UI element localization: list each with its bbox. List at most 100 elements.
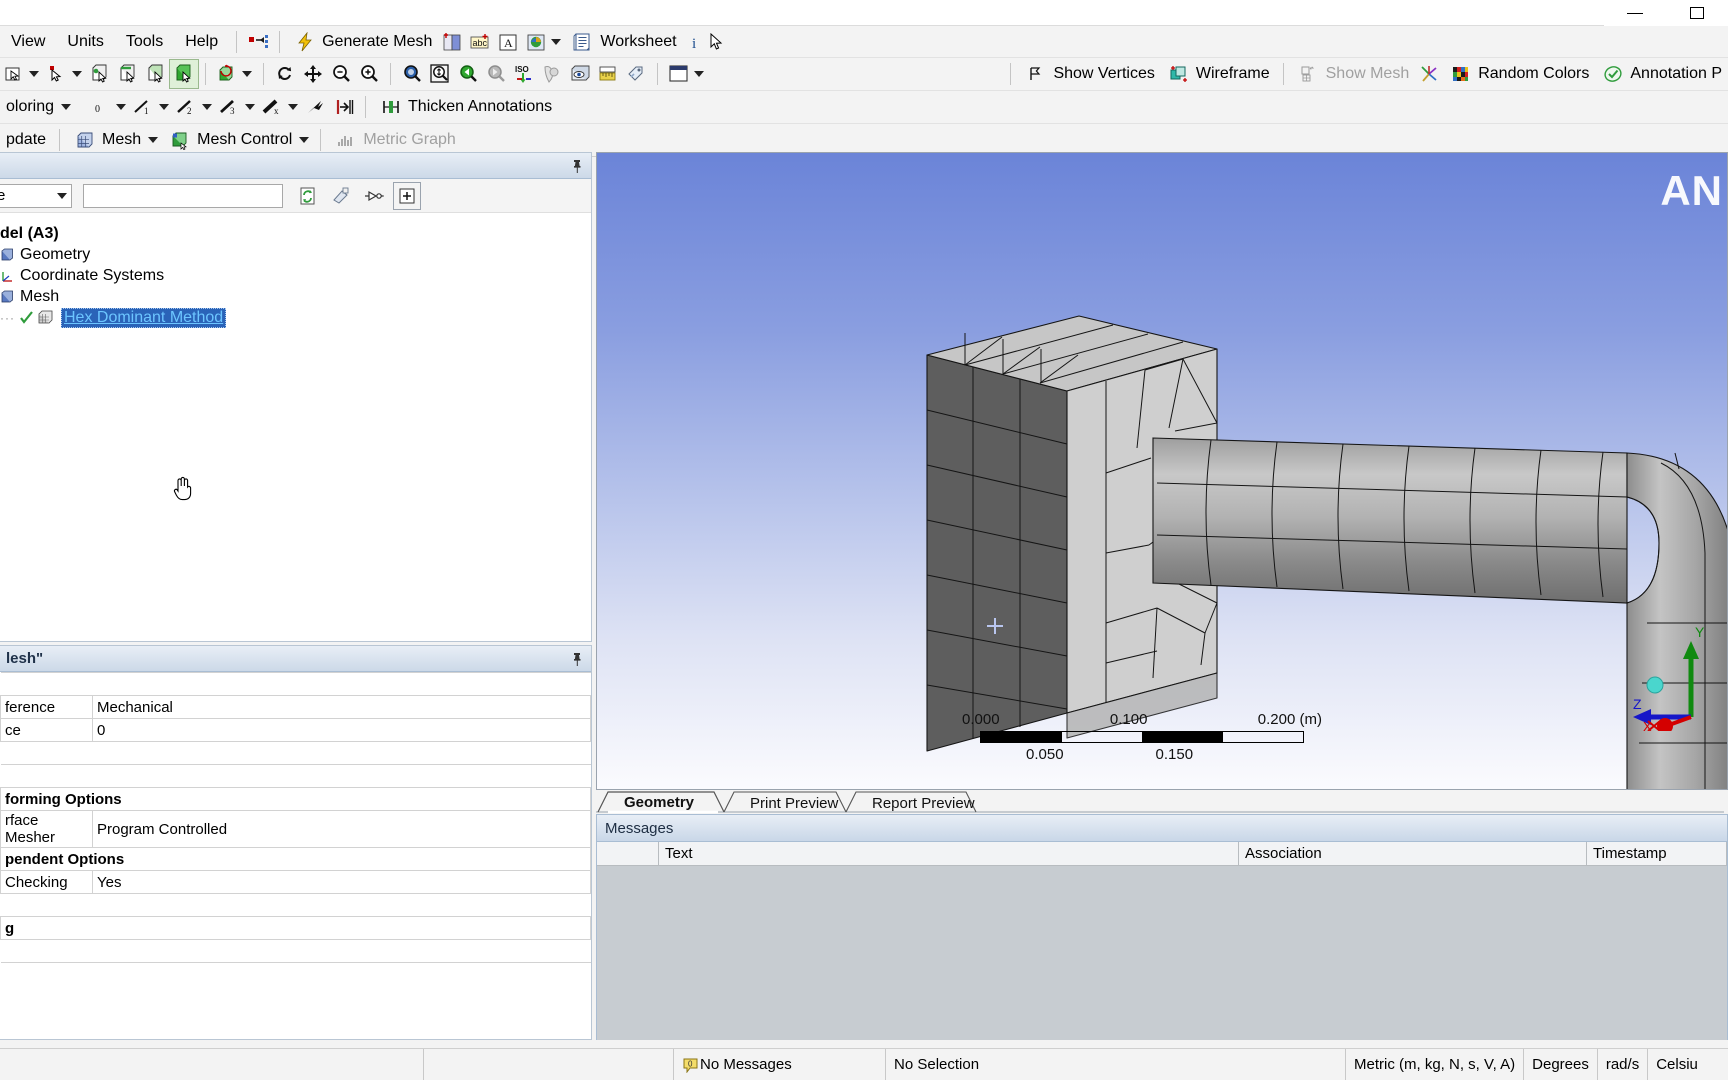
look-at-face-icon[interactable]	[538, 60, 566, 88]
show-vertices-button[interactable]: Show Vertices	[1018, 60, 1160, 88]
status-messages-cell[interactable]: 0 No Messages	[674, 1049, 886, 1080]
thickness-x-icon[interactable]: x	[259, 93, 287, 121]
messages-col-icon[interactable]	[597, 842, 659, 865]
status-angle-cell[interactable]: Degrees	[1524, 1049, 1598, 1080]
filter-search-input[interactable]	[83, 183, 283, 208]
chevron-down-icon[interactable]	[694, 71, 704, 77]
chevron-down-icon[interactable]	[551, 38, 562, 45]
select-mode-icon[interactable]	[0, 60, 28, 88]
details-value[interactable]: Program Controlled	[92, 810, 591, 848]
maximize-button[interactable]	[1666, 0, 1728, 26]
chevron-down-icon[interactable]	[29, 71, 39, 77]
chevron-down-icon[interactable]	[61, 104, 72, 110]
single-select-icon[interactable]	[43, 60, 71, 88]
mesh-numbering-icon[interactable]	[438, 28, 466, 56]
random-colors-button[interactable]: Random Colors	[1443, 60, 1595, 88]
update-button[interactable]: pdate	[0, 126, 52, 154]
tree-item-coordinate-systems[interactable]: Coordinate Systems	[0, 265, 591, 286]
probe-filter-icon[interactable]	[360, 182, 388, 210]
pan-icon[interactable]	[299, 60, 327, 88]
thickness-0-icon[interactable]: 0	[87, 93, 115, 121]
generate-mesh-button[interactable]: Generate Mesh	[287, 28, 438, 56]
tree-item-model[interactable]: del (A3)	[0, 223, 591, 244]
image-capture-icon[interactable]	[522, 28, 550, 56]
expand-all-icon[interactable]	[393, 181, 421, 210]
next-view-icon[interactable]	[482, 60, 510, 88]
pin-icon[interactable]	[569, 158, 585, 174]
previous-view-icon[interactable]	[454, 60, 482, 88]
details-value[interactable]: 0	[92, 718, 591, 742]
messages-col-association[interactable]: Association	[1239, 842, 1587, 865]
details-row[interactable]: Checking Yes	[0, 870, 591, 894]
view-box-icon[interactable]	[566, 60, 594, 88]
chevron-down-icon[interactable]	[57, 192, 67, 199]
details-row[interactable]: ce 0	[0, 718, 591, 742]
menu-help[interactable]: Help	[174, 29, 229, 55]
thickness-3-icon[interactable]: 3	[216, 93, 244, 121]
axis-triad[interactable]: Y Z X	[1619, 621, 1719, 731]
chevron-down-icon[interactable]	[202, 104, 213, 110]
tab-geometry[interactable]: Geometry	[610, 792, 708, 814]
messages-col-text[interactable]: Text	[659, 842, 1239, 865]
thicken-annotations-button[interactable]: Thicken Annotations	[373, 93, 558, 121]
details-row[interactable]: ference Mechanical	[0, 695, 591, 719]
chevron-down-icon[interactable]	[72, 71, 82, 77]
edge-select-icon[interactable]	[114, 60, 142, 88]
chevron-down-icon[interactable]	[245, 104, 256, 110]
tree-item-hex-dominant-method[interactable]: ··· Hex Dominant Method	[0, 307, 591, 328]
extend-selection-icon[interactable]	[213, 60, 241, 88]
zoom-to-fit-icon[interactable]	[398, 60, 426, 88]
clear-filter-icon[interactable]	[327, 182, 355, 210]
mesh-button[interactable]: Mesh	[67, 126, 147, 154]
tree-item-geometry[interactable]: Geometry	[0, 244, 591, 265]
status-unit-system-cell[interactable]: Metric (m, kg, N, s, V, A)	[1346, 1049, 1525, 1080]
graphics-viewport[interactable]: AN 0.000 0.100 0.200 (m) 0.050 0.150 Y Z…	[596, 152, 1728, 790]
body-select-icon[interactable]	[169, 59, 199, 89]
tree-item-mesh[interactable]: Mesh	[0, 286, 591, 307]
zoom-dynamic-icon[interactable]	[327, 60, 355, 88]
status-rotation-cell[interactable]: rad/s	[1598, 1049, 1649, 1080]
wireframe-button[interactable]: Wireframe	[1161, 60, 1276, 88]
tab-print-preview[interactable]: Print Preview	[736, 793, 852, 815]
worksheet-button[interactable]: Worksheet	[565, 28, 682, 56]
new-window-icon[interactable]	[665, 60, 693, 88]
menu-view[interactable]: View	[0, 29, 56, 55]
chevron-down-icon[interactable]	[299, 137, 310, 143]
abc-annotation-icon[interactable]: abc	[466, 28, 494, 56]
chevron-down-icon[interactable]	[116, 104, 127, 110]
menu-units[interactable]: Units	[56, 29, 114, 55]
chevron-down-icon[interactable]	[148, 137, 159, 143]
iso-view-icon[interactable]: ISO	[510, 60, 538, 88]
rotate-icon[interactable]	[271, 60, 299, 88]
ruler-icon[interactable]	[594, 60, 622, 88]
chevron-down-icon[interactable]	[288, 104, 299, 110]
edge-coloring-dropdown[interactable]: oloring	[0, 93, 60, 121]
mesh-control-button[interactable]: Mesh Control	[162, 126, 298, 154]
edge-coloring-icon[interactable]	[1415, 60, 1443, 88]
status-temperature-cell[interactable]: Celsiu	[1648, 1049, 1706, 1080]
details-value[interactable]: Mechanical	[92, 695, 591, 719]
box-zoom-icon[interactable]	[426, 60, 454, 88]
chevron-down-icon[interactable]	[242, 71, 252, 77]
thickness-2-icon[interactable]: 2	[173, 93, 201, 121]
chevron-down-icon[interactable]	[159, 104, 170, 110]
show-mesh-button[interactable]: Show Mesh	[1291, 60, 1416, 88]
vertex-select-icon[interactable]	[86, 60, 114, 88]
tab-report-preview[interactable]: Report Preview	[858, 793, 989, 815]
metric-graph-button[interactable]: Metric Graph	[328, 126, 461, 154]
annotation-preferences-button[interactable]: Annotation P	[1595, 60, 1728, 88]
minimize-button[interactable]	[1604, 0, 1666, 26]
zoom-in-icon[interactable]	[355, 60, 383, 88]
filter-type-select[interactable]: e	[0, 183, 72, 208]
details-row[interactable]: rface Mesher Program Controlled	[0, 810, 591, 848]
label-icon[interactable]	[622, 60, 650, 88]
details-value[interactable]: Yes	[92, 870, 591, 894]
refresh-filter-icon[interactable]	[294, 182, 322, 210]
face-select-icon[interactable]	[142, 60, 170, 88]
annotation-width-icon[interactable]	[330, 93, 358, 121]
menu-tools[interactable]: Tools	[115, 29, 174, 55]
pin-icon[interactable]	[569, 651, 585, 667]
messages-col-timestamp[interactable]: Timestamp	[1587, 842, 1727, 865]
text-annotation-icon[interactable]: A	[494, 28, 522, 56]
arrow-thickness-icon[interactable]	[302, 93, 330, 121]
